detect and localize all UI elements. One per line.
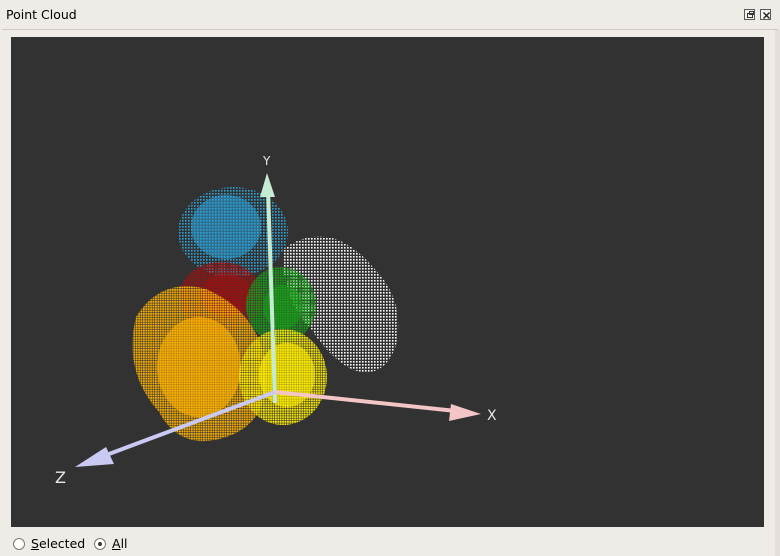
cluster-yellow	[239, 329, 327, 425]
window-edge	[775, 30, 780, 556]
point-cloud-canvas: Y X Z	[55, 154, 497, 487]
float-panel-button[interactable]	[744, 9, 755, 20]
panel-title: Point Cloud	[6, 7, 77, 22]
y-axis-label: Y	[262, 154, 271, 168]
selected-radio[interactable]	[13, 538, 25, 550]
selected-radio-label[interactable]: Selected	[31, 536, 85, 551]
close-icon	[763, 12, 770, 19]
display-mode-bar: Selected All	[0, 533, 780, 556]
z-axis-label: Z	[55, 468, 66, 487]
x-axis-label: X	[487, 408, 497, 424]
all-radio[interactable]	[94, 538, 106, 550]
header-divider	[2, 29, 778, 30]
close-panel-button[interactable]	[760, 9, 771, 20]
restore-icon	[747, 11, 754, 18]
panel-header: Point Cloud	[0, 0, 780, 30]
point-cloud-viewport[interactable]: Y X Z	[11, 37, 764, 527]
all-radio-label[interactable]: All	[112, 536, 128, 551]
